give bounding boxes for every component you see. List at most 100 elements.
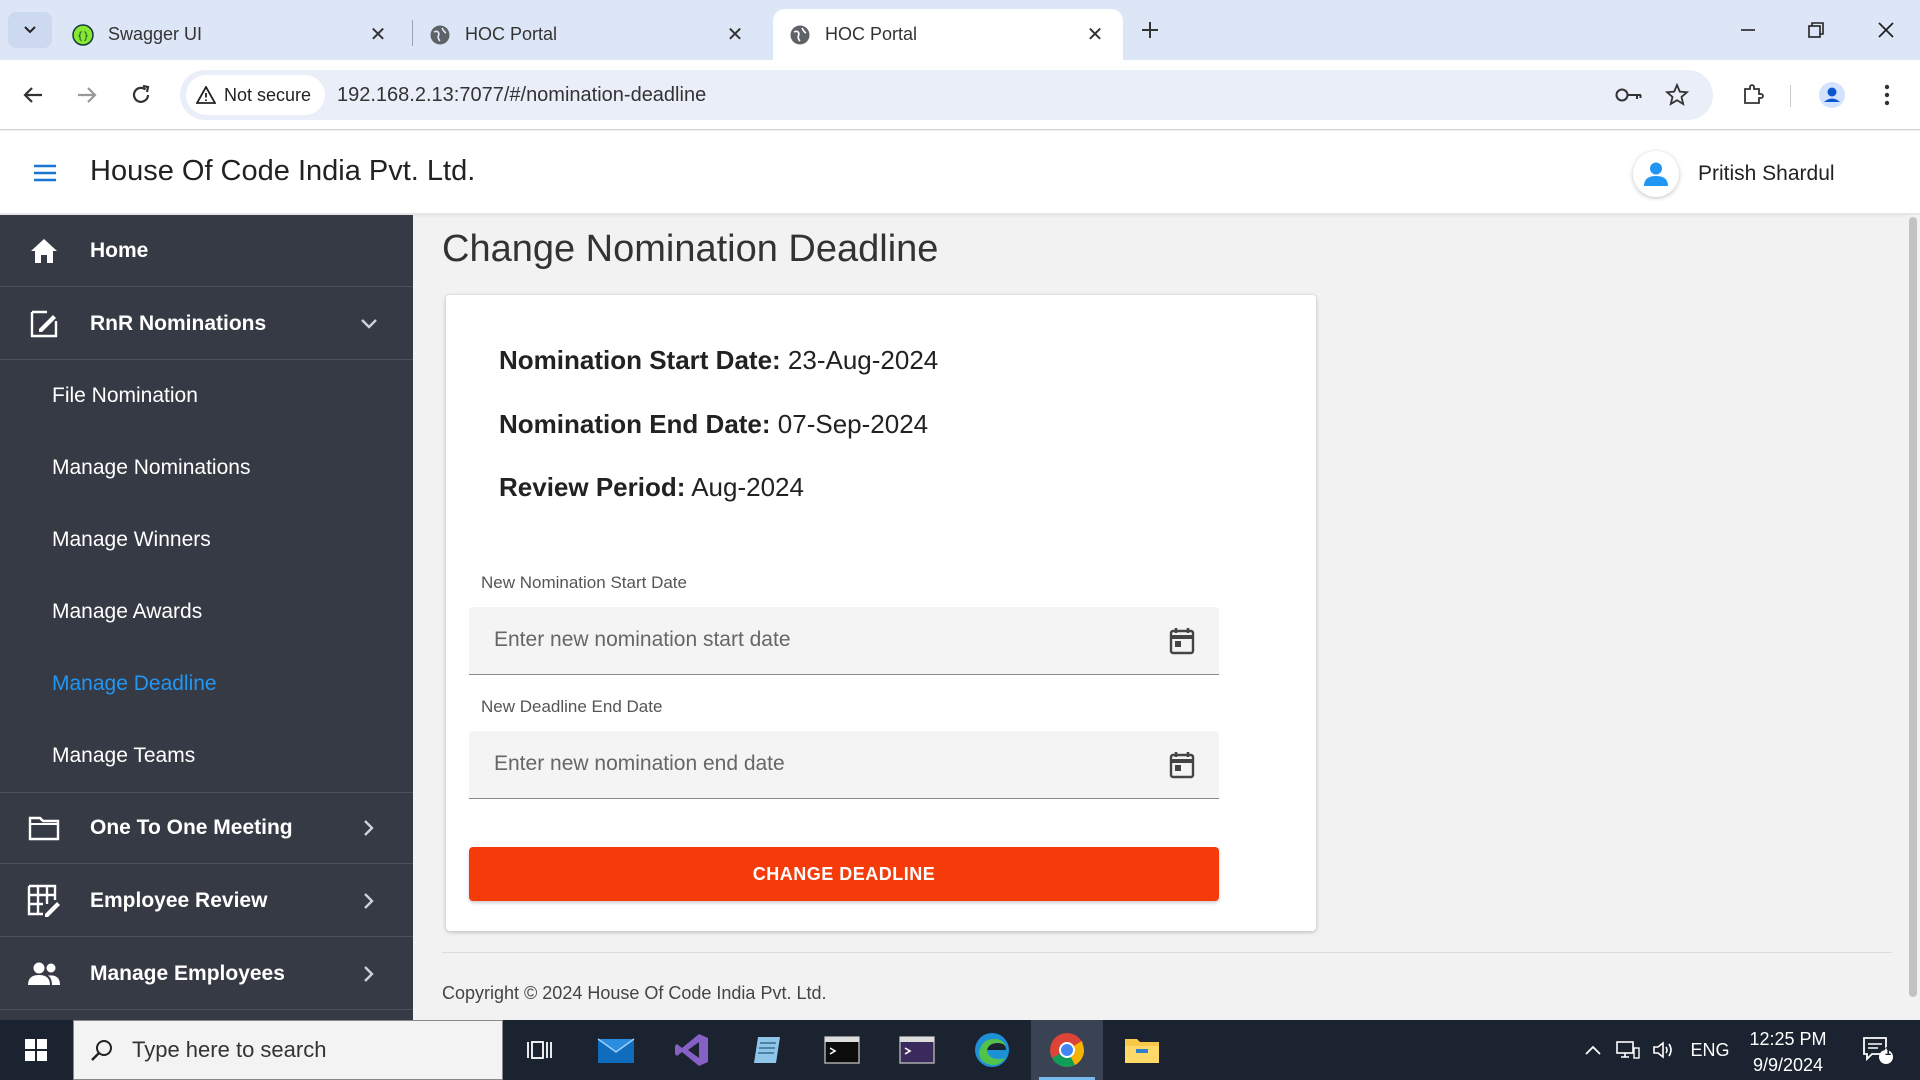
company-name: House Of Code India Pvt. Ltd. (90, 155, 476, 187)
tab-search-dropdown-button[interactable] (8, 12, 52, 48)
person-icon (1644, 162, 1668, 186)
chevron-right-icon (355, 960, 383, 988)
svg-text:{}: {} (77, 31, 89, 42)
chevron-right-icon (355, 887, 383, 915)
taskbar-app-visual-studio[interactable] (656, 1020, 728, 1080)
password-key-icon[interactable] (1612, 78, 1646, 112)
deadline-card: Nomination Start Date: 23-Aug-2024 Nomin… (446, 295, 1316, 931)
windows-taskbar: Type here to search ENG 12:25 PM 9/9/202… (0, 1020, 1920, 1080)
review-period-label: Review Period: (499, 472, 686, 502)
arrow-left-icon (23, 87, 42, 103)
profile-avatar-icon[interactable] (1811, 74, 1853, 116)
page-scrollbar[interactable] (1906, 215, 1920, 1020)
chevron-down-icon (355, 310, 383, 338)
tab-hoc-portal-active[interactable]: HOC Portal ✕ (773, 9, 1123, 60)
sidebar-item-label: One To One Meeting (90, 816, 293, 839)
scrollbar-thumb[interactable] (1909, 217, 1917, 997)
close-tab-icon[interactable]: ✕ (366, 23, 390, 47)
user-avatar[interactable] (1633, 151, 1679, 197)
close-tab-icon[interactable]: ✕ (1083, 23, 1107, 47)
sidebar-subitem-manage-awards[interactable]: Manage Awards (52, 600, 202, 624)
start-date-label: Nomination Start Date: (499, 345, 781, 375)
forward-button[interactable] (66, 74, 108, 116)
review-period-value: Aug-2024 (691, 472, 804, 502)
edge-icon (975, 1033, 1009, 1067)
chevron-up-icon (1585, 1045, 1601, 1055)
taskbar-app-file-explorer[interactable] (1106, 1020, 1178, 1080)
new-end-date-field[interactable] (469, 731, 1219, 799)
minimize-button[interactable] (1718, 8, 1778, 52)
taskbar-app-mail[interactable] (580, 1020, 652, 1080)
new-end-date-input[interactable] (469, 731, 1149, 797)
bookmark-star-icon[interactable] (1660, 78, 1694, 112)
edit-square-icon (26, 306, 62, 342)
taskbar-app-edge[interactable] (956, 1020, 1028, 1080)
new-start-date-input[interactable] (469, 607, 1149, 673)
sidebar-subitem-manage-nominations[interactable]: Manage Nominations (52, 456, 250, 480)
sidebar-item-manage-employees[interactable]: Manage Employees (0, 938, 413, 1010)
sidebar-item-employee-review[interactable]: Employee Review (0, 865, 413, 937)
site-security-chip[interactable]: Not secure (186, 75, 326, 115)
address-bar[interactable]: Not secure 192.168.2.13:7077/#/nominatio… (180, 70, 1713, 120)
close-tab-icon[interactable]: ✕ (723, 23, 747, 47)
sidebar-item-home[interactable]: Home (0, 215, 413, 287)
sidebar-item-label: Employee Review (90, 888, 268, 912)
show-hidden-icons-button[interactable] (1578, 1020, 1608, 1080)
taskbar-app-command-prompt[interactable] (806, 1020, 878, 1080)
taskbar-app-notepad[interactable] (731, 1020, 803, 1080)
windows-logo-icon (25, 1039, 47, 1061)
task-view-button[interactable] (504, 1020, 576, 1080)
mail-icon (597, 1038, 635, 1063)
browser-menu-kebab-icon[interactable] (1866, 74, 1908, 116)
sidebar-item-rnr-nominations[interactable]: RnR Nominations (0, 288, 413, 360)
sidebar-subitem-file-nomination[interactable]: File Nomination (52, 384, 198, 408)
restore-button[interactable] (1786, 8, 1846, 52)
grid-edit-icon (26, 883, 62, 919)
volume-icon[interactable] (1648, 1020, 1680, 1080)
extensions-puzzle-icon[interactable] (1732, 74, 1774, 116)
taskbar-app-chrome[interactable] (1031, 1020, 1103, 1080)
sidebar-subitem-manage-winners[interactable]: Manage Winners (52, 528, 211, 552)
new-start-date-field[interactable] (469, 607, 1219, 675)
new-start-date-label: New Nomination Start Date (481, 573, 687, 592)
tab-swagger-ui[interactable]: {} Swagger UI ✕ (56, 9, 406, 60)
chevron-down-icon (24, 26, 36, 34)
hamburger-menu-icon[interactable] (28, 159, 62, 187)
taskbar-app-dev-terminal[interactable] (881, 1020, 953, 1080)
notepad-icon (754, 1037, 780, 1063)
taskbar-search-box[interactable]: Type here to search (73, 1020, 503, 1080)
task-view-icon (527, 1041, 552, 1059)
sidebar-subitem-manage-deadline[interactable]: Manage Deadline (52, 672, 217, 696)
restore-icon (1808, 22, 1824, 38)
url-text[interactable]: 192.168.2.13:7077/#/nomination-deadline (337, 84, 706, 107)
windows-start-button[interactable] (0, 1020, 72, 1080)
notification-center-button[interactable]: 1 (1856, 1020, 1900, 1080)
close-window-button[interactable] (1856, 8, 1916, 52)
terminal-icon (824, 1036, 860, 1064)
start-date-value: 23-Aug-2024 (787, 345, 939, 375)
user-name[interactable]: Pritish Shardul (1698, 162, 1835, 186)
back-button[interactable] (12, 74, 54, 116)
change-deadline-button[interactable]: CHANGE DEADLINE (469, 847, 1219, 901)
app-header: House Of Code India Pvt. Ltd. Pritish Sh… (0, 131, 1920, 215)
calendar-icon[interactable] (1167, 626, 1197, 656)
network-icon[interactable] (1612, 1020, 1644, 1080)
reload-button[interactable] (120, 74, 162, 116)
terminal-icon (899, 1036, 935, 1064)
swagger-icon: {} (72, 23, 94, 46)
globe-icon (789, 24, 811, 46)
close-icon (1878, 22, 1894, 38)
sidebar-subitem-manage-teams[interactable]: Manage Teams (52, 744, 195, 768)
language-indicator[interactable]: ENG (1686, 1020, 1734, 1080)
taskbar-clock[interactable]: 12:25 PM 9/9/2024 (1738, 1026, 1838, 1078)
calendar-icon[interactable] (1167, 750, 1197, 780)
sidebar: Home RnR Nominations File Nomination Man… (0, 215, 413, 1020)
tab-title: HOC Portal (825, 24, 918, 44)
new-tab-button[interactable] (1132, 14, 1168, 46)
taskbar-search-placeholder: Type here to search (132, 1037, 327, 1062)
chevron-right-icon (355, 814, 383, 842)
sidebar-item-one-to-one-meeting[interactable]: One To One Meeting (0, 792, 413, 864)
people-icon (26, 956, 62, 992)
tab-hoc-portal[interactable]: HOC Portal ✕ (413, 9, 763, 60)
search-icon (91, 1040, 112, 1061)
